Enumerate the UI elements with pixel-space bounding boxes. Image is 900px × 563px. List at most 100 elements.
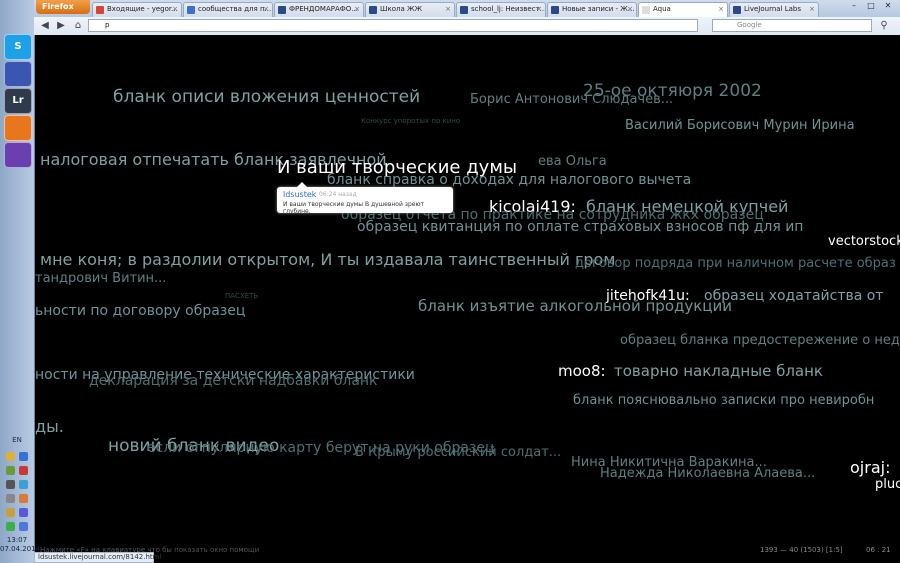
- popup-username[interactable]: ldsustek: [283, 190, 316, 199]
- back-icon[interactable]: ◀: [38, 19, 52, 33]
- favicon-icon: [642, 6, 650, 14]
- app-glyph: S: [14, 41, 22, 52]
- tray-icon[interactable]: [6, 452, 15, 461]
- tab-close-icon[interactable]: ×: [354, 3, 360, 16]
- tray-icon[interactable]: [19, 508, 28, 517]
- favicon-icon: [551, 6, 559, 14]
- floating-word[interactable]: ojraj:: [850, 458, 890, 477]
- tab-bar: Firefox Входящие - yegor... × сообщества д…: [34, 0, 900, 18]
- tray-icon[interactable]: [6, 508, 15, 517]
- browser-tab[interactable]: Школа ЖЖ ×: [365, 2, 455, 17]
- tab-close-icon[interactable]: ×: [627, 3, 633, 16]
- tray-icon[interactable]: [19, 466, 28, 475]
- tab-close-icon[interactable]: ×: [536, 3, 542, 16]
- firefox-menu-button[interactable]: Firefox: [36, 0, 90, 14]
- tab-label: ФРЕНДОМАРАФО...: [289, 5, 358, 13]
- popup-message: И ваши творческие думы В душевной зреют …: [283, 201, 425, 215]
- browser-tab[interactable]: LiveJournal Labs ×: [729, 2, 819, 17]
- floating-word[interactable]: Надежда Николаевна Алаева...: [600, 466, 815, 481]
- navigation-bar: ◀ ▶ ⌂ p Google ⚲: [34, 17, 900, 36]
- tray-icon[interactable]: [19, 452, 28, 461]
- status-bar-url: ldsustek.livejournal.com/8142.html: [34, 552, 161, 563]
- tray-icon[interactable]: [6, 466, 15, 475]
- floating-word[interactable]: договор подряда при наличном расчете обр…: [575, 256, 896, 271]
- skype-icon[interactable]: S: [4, 34, 32, 60]
- close-icon[interactable]: ✕: [880, 0, 896, 12]
- tab-label: Школа ЖЖ: [380, 5, 423, 13]
- floating-word[interactable]: тандрович Витин...: [35, 271, 166, 286]
- floating-word[interactable]: бланк описи вложения ценностей: [113, 87, 420, 107]
- tray-icon[interactable]: [19, 494, 28, 503]
- tab-close-icon[interactable]: ×: [809, 3, 815, 16]
- entry-popup[interactable]: ldsustek 06:24 назад И ваши творческие д…: [277, 182, 453, 215]
- tray-icon[interactable]: [6, 522, 15, 531]
- tab-close-icon[interactable]: ×: [718, 3, 724, 16]
- system-time: 13:07: [6, 536, 28, 544]
- popup-pointer: [297, 182, 307, 187]
- floating-word[interactable]: Конкурс упоротых по кино: [361, 117, 460, 125]
- browser-tab[interactable]: Входящие - yegor... ×: [92, 2, 182, 17]
- window-controls: – □ ✕: [846, 0, 898, 13]
- popup-timestamp: 06:24 назад: [319, 191, 357, 198]
- browser-tab[interactable]: Aqua ×: [638, 2, 728, 17]
- tray-icon[interactable]: [19, 522, 28, 531]
- floating-word[interactable]: декларация за детски надбавки бланк: [89, 373, 378, 389]
- system-date: 07.04.2014: [0, 545, 41, 553]
- tab-close-icon[interactable]: ×: [172, 3, 178, 16]
- floating-word[interactable]: В Крыму российский солдат...: [355, 445, 561, 460]
- home-icon[interactable]: ⌂: [71, 19, 85, 33]
- tab-close-icon[interactable]: ×: [263, 3, 269, 16]
- pen-icon[interactable]: [4, 142, 32, 168]
- floating-word[interactable]: moo8:: [558, 362, 606, 380]
- browser-tab[interactable]: сообщества для п... ×: [183, 2, 273, 17]
- floating-word[interactable]: бланк пояснювально записки про невиробн: [573, 393, 874, 408]
- browser-tab[interactable]: school_lj: Неизвест... ×: [456, 2, 546, 17]
- page-clock: 06 : 21: [866, 546, 891, 554]
- tab-label: Aqua: [653, 5, 671, 13]
- floating-word[interactable]: ды.: [35, 417, 64, 436]
- favicon-icon: [369, 6, 377, 14]
- lightroom-icon[interactable]: Lr: [4, 88, 32, 114]
- search-icon[interactable]: ⚲: [877, 19, 891, 33]
- floating-word[interactable]: pluc: [875, 477, 900, 492]
- floating-word[interactable]: товарно накладные бланк: [614, 362, 823, 380]
- favicon-icon: [96, 6, 104, 14]
- floating-word[interactable]: ПАСХЕТЬ: [225, 292, 258, 300]
- browser-tab[interactable]: Новые записи - Ж... ×: [547, 2, 637, 17]
- tab-close-icon[interactable]: ×: [445, 3, 451, 16]
- stats-counter: 1393 — 40 (1503) [1:5]: [760, 546, 843, 554]
- language-indicator[interactable]: EN: [0, 436, 34, 444]
- forward-icon[interactable]: ▶: [54, 19, 68, 33]
- minimize-icon[interactable]: –: [846, 0, 862, 12]
- browser-tab[interactable]: ФРЕНДОМАРАФО... ×: [274, 2, 364, 17]
- floating-word[interactable]: ьности по договору образец: [35, 303, 245, 319]
- firefox-icon[interactable]: [4, 115, 32, 141]
- tab-label: Новые записи - Ж...: [562, 5, 635, 13]
- floating-word[interactable]: Василий Борисович Мурин Ирина: [625, 118, 855, 133]
- favicon-icon: [187, 6, 195, 14]
- url-input[interactable]: p: [88, 19, 698, 32]
- floating-word[interactable]: vectorstock: [828, 234, 900, 249]
- floating-word[interactable]: образец квитанция по оплате страховых вз…: [357, 219, 803, 235]
- tab-label: LiveJournal Labs: [744, 5, 802, 13]
- tab-label: Входящие - yegor...: [107, 5, 178, 13]
- tab-label: school_lj: Неизвест...: [471, 5, 546, 13]
- favicon-icon: [733, 6, 741, 14]
- floating-word[interactable]: бланк изъятие алкогольной продукции: [418, 297, 732, 315]
- maximize-icon[interactable]: □: [863, 0, 879, 12]
- floating-word[interactable]: Борис Антонович Слюдачев...: [470, 92, 673, 107]
- floating-word[interactable]: образец бланка предостережение о недо: [620, 333, 900, 348]
- word-cloud-canvas[interactable]: бланк описи вложения ценностей 25-ое октя…: [35, 35, 900, 545]
- system-clock[interactable]: 13:07 07.04.2014: [0, 536, 41, 554]
- tray-icon[interactable]: [6, 494, 15, 503]
- floating-word[interactable]: бланк справка о доходах для налогового в…: [327, 172, 691, 188]
- tab-label: сообщества для п...: [198, 5, 272, 13]
- floating-word[interactable]: мне коня; в раздолии открытом, И ты изда…: [40, 250, 615, 269]
- search-input[interactable]: Google: [712, 19, 872, 32]
- favicon-icon: [278, 6, 286, 14]
- floating-word[interactable]: ева Ольга: [538, 154, 607, 169]
- tray-icon[interactable]: [19, 480, 28, 489]
- tray-icon[interactable]: [6, 480, 15, 489]
- backup-icon[interactable]: [4, 61, 32, 87]
- taskbar: S Lr EN 13:07 07.04.2014: [0, 0, 41, 563]
